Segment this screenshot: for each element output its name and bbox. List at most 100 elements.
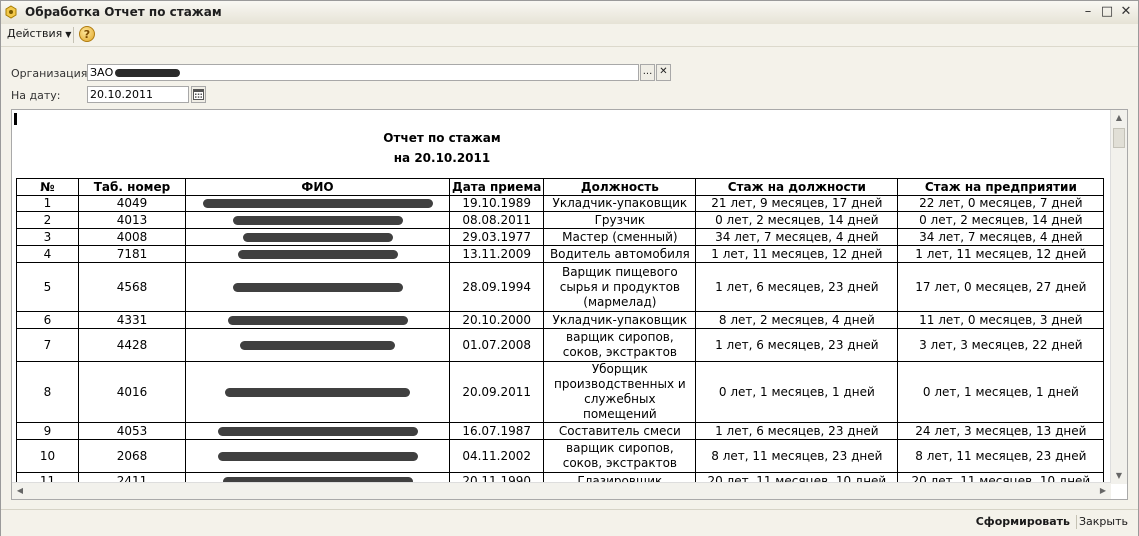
row-number: 4 (16, 245, 79, 263)
tab-number: 4013 (78, 211, 186, 229)
table-row: 2 4013 08.08.2011 Грузчик 0 лет, 2 месяцев, … (16, 211, 1105, 229)
report-title-block: Отчет по стажам на 20.10.2011 (12, 128, 872, 168)
enterprise-seniority: 22 лет, 0 месяцев, 7 дней (897, 195, 1105, 212)
table-row: 3 4008 29.03.1977 Мастер (сменный) 34 лет, 7… (16, 228, 1105, 246)
position-seniority: 34 лет, 7 месяцев, 4 дней (695, 228, 899, 246)
table-row: 1 4049 19.10.1989 Укладчик-упаковщик 21 лет,… (16, 195, 1105, 212)
position-seniority: 1 лет, 11 месяцев, 12 дней (695, 245, 899, 263)
report-spreadsheet[interactable]: Отчет по стажам на 20.10.2011 № Таб. ном… (11, 109, 1128, 500)
table-row: 8 4016 20.09.2011 Уборщик производственных … (16, 361, 1105, 423)
position-seniority: 1 лет, 6 месяцев, 23 дней (695, 422, 899, 440)
enterprise-seniority: 8 лет, 11 месяцев, 23 дней (897, 439, 1105, 473)
hire-date: 19.10.1989 (448, 195, 545, 212)
close-window-button[interactable]: ✕ (1118, 4, 1134, 20)
position: варщик сиропов, соков, экстрактов (543, 439, 697, 473)
fio-cell (185, 195, 450, 212)
vertical-scroll-thumb[interactable] (1113, 128, 1125, 148)
organization-label: Организация: (11, 67, 92, 80)
position: Укладчик-упаковщик (543, 311, 697, 329)
hire-date: 20.09.2011 (448, 361, 545, 423)
fio-cell (185, 262, 450, 312)
horizontal-scrollbar[interactable]: ◀ ▶ (12, 482, 1111, 499)
hire-date: 29.03.1977 (448, 228, 545, 246)
calendar-button[interactable] (191, 86, 206, 103)
close-button[interactable]: Закрыть (1079, 515, 1128, 528)
position-seniority: 0 лет, 2 месяцев, 14 дней (695, 211, 899, 229)
table-header-row: № Таб. номер ФИО Дата приема Должность С… (16, 178, 1105, 196)
maximize-button[interactable]: □ (1099, 4, 1115, 20)
report-title: Отчет по стажам (383, 131, 501, 145)
bottom-separator (1076, 515, 1077, 529)
report-subtitle: на 20.10.2011 (393, 151, 491, 165)
dropdown-arrow-icon: ▼ (65, 30, 72, 39)
position: Водитель автомобиля (543, 245, 697, 263)
minimize-button[interactable]: – (1080, 4, 1096, 20)
help-button[interactable]: ? (79, 26, 95, 42)
enterprise-seniority: 0 лет, 1 месяцев, 1 дней (897, 361, 1105, 423)
hire-date: 16.07.1987 (448, 422, 545, 440)
hire-date: 20.10.2000 (448, 311, 545, 329)
position-seniority: 0 лет, 1 месяцев, 1 дней (695, 361, 899, 423)
generate-button[interactable]: Сформировать (976, 515, 1070, 528)
fio-cell (185, 228, 450, 246)
row-number: 7 (16, 328, 79, 362)
actions-label: Действия (7, 27, 63, 40)
tab-number: 4568 (78, 262, 186, 312)
tab-number: 4428 (78, 328, 186, 362)
fio-cell (185, 361, 450, 423)
actions-menu-button[interactable]: Действия ▼ (7, 27, 71, 40)
hire-date: 08.08.2011 (448, 211, 545, 229)
position-seniority: 8 лет, 2 месяцев, 4 дней (695, 311, 899, 329)
tab-number: 4049 (78, 195, 186, 212)
column-header: Таб. номер (78, 178, 186, 196)
bottom-bar: Сформировать Закрыть (1, 509, 1138, 536)
scroll-up-arrow-icon[interactable]: ▲ (1111, 110, 1127, 126)
processing-window: Обработка Отчет по стажам – □ ✕ Действия… (0, 0, 1139, 536)
app-icon (5, 5, 17, 19)
hire-date: 01.07.2008 (448, 328, 545, 362)
redacted-scribble (115, 69, 181, 77)
table-row: 4 7181 13.11.2009 Водитель автомобиля 1 лет,… (16, 245, 1105, 263)
row-number: 3 (16, 228, 79, 246)
row-number: 2 (16, 211, 79, 229)
row-number: 9 (16, 422, 79, 440)
table-body: 1 4049 19.10.1989 Укладчик-упаковщик 21 лет,… (16, 195, 1105, 490)
redacted-name (202, 199, 433, 208)
column-header: ФИО (185, 178, 450, 196)
organization-input[interactable]: ЗАО (87, 64, 639, 81)
redacted-name (217, 426, 418, 436)
position: Грузчик (543, 211, 697, 229)
fio-cell (185, 211, 450, 229)
organization-value: ЗАО (90, 66, 114, 79)
scroll-left-arrow-icon[interactable]: ◀ (12, 483, 28, 499)
fio-cell (185, 311, 450, 329)
hire-date: 13.11.2009 (448, 245, 545, 263)
clear-organization-button[interactable]: ✕ (656, 64, 671, 81)
vertical-scrollbar[interactable]: ▲ ▼ (1110, 110, 1127, 484)
table-row: 9 4053 16.07.1987 Составитель смеси 1 лет, 6… (16, 422, 1105, 440)
scroll-down-arrow-icon[interactable]: ▼ (1111, 468, 1127, 484)
position: варщик сиропов, соков, экстрактов (543, 328, 697, 362)
enterprise-seniority: 24 лет, 3 месяцев, 13 дней (897, 422, 1105, 440)
column-header: Должность (543, 178, 697, 196)
scroll-right-arrow-icon[interactable]: ▶ (1095, 483, 1111, 499)
enterprise-seniority: 34 лет, 7 месяцев, 4 дней (897, 228, 1105, 246)
table-row: 7 4428 01.07.2008 варщик сиропов, соков, эк… (16, 328, 1105, 362)
calendar-icon (193, 89, 204, 100)
select-organization-button[interactable]: ... (640, 64, 655, 81)
date-input[interactable]: 20.10.2011 (87, 86, 189, 103)
column-header: Дата приема (448, 178, 545, 196)
fio-cell (185, 439, 450, 473)
column-header: Стаж на должности (695, 178, 899, 196)
redacted-name (227, 315, 408, 325)
enterprise-seniority: 1 лет, 11 месяцев, 12 дней (897, 245, 1105, 263)
report-table: № Таб. номер ФИО Дата приема Должность С… (16, 178, 1105, 490)
row-number: 10 (16, 439, 79, 473)
tab-number: 4016 (78, 361, 186, 423)
window-title: Обработка Отчет по стажам (25, 5, 222, 19)
position: Варщик пищевого сырья и продуктов (марме… (543, 262, 697, 312)
table-row: 5 4568 28.09.1994 Варщик пищевого сырья и п… (16, 262, 1105, 312)
redacted-name (232, 215, 403, 225)
fio-cell (185, 422, 450, 440)
tab-number: 7181 (78, 245, 186, 263)
